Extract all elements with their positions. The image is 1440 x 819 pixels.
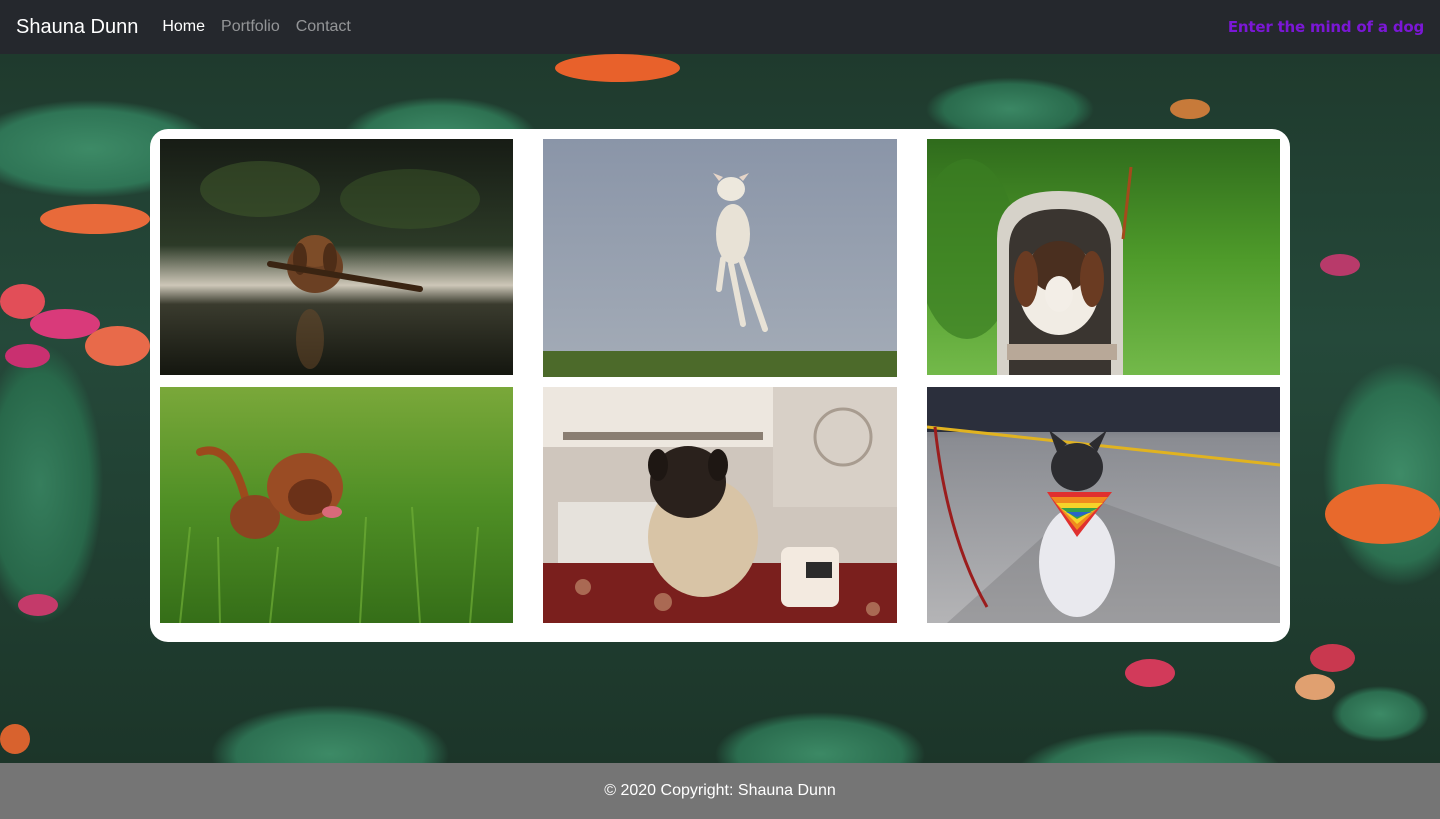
flower-decoration <box>1295 674 1335 700</box>
brand-link[interactable]: Shauna Dunn <box>16 16 138 39</box>
flower-decoration <box>1310 644 1355 672</box>
flower-decoration <box>5 344 50 368</box>
flower-decoration <box>1170 99 1210 119</box>
dog-in-grass-photo <box>160 387 513 623</box>
nav-links: Home Portfolio Contact <box>162 18 367 36</box>
top-navbar: Shauna Dunn Home Portfolio Contact Enter… <box>0 0 1440 54</box>
tagline-link[interactable]: Enter the mind of a dog <box>1228 18 1424 36</box>
dog-with-rainbow-bandana-photo <box>927 387 1280 623</box>
dog-in-mailbox-photo <box>927 139 1280 375</box>
dog-swimming-photo <box>160 139 513 375</box>
flower-decoration <box>85 326 150 366</box>
gallery-photo-dog-in-grass[interactable] <box>160 387 513 623</box>
gallery-photo-dog-rainbow-bandana[interactable] <box>927 387 1280 623</box>
flower-decoration <box>18 594 58 616</box>
nav-link-contact[interactable]: Contact <box>296 18 351 36</box>
nav-link-home[interactable]: Home <box>162 18 205 36</box>
flower-decoration <box>0 724 30 754</box>
gallery-photo-dog-in-mailbox[interactable] <box>927 139 1280 375</box>
flower-decoration <box>40 204 150 234</box>
photo-gallery-card <box>150 129 1290 642</box>
pug-at-table-photo <box>543 387 897 623</box>
gallery-photo-dog-swimming[interactable] <box>160 139 513 375</box>
copyright-text: © 2020 Copyright: Shauna Dunn <box>604 782 836 799</box>
flower-decoration <box>1125 659 1175 687</box>
gallery-photo-pug-at-table[interactable] <box>543 387 897 623</box>
flower-decoration <box>555 54 680 82</box>
flower-decoration <box>1325 484 1440 544</box>
gallery-photo-dog-jumping[interactable] <box>543 139 897 377</box>
nav-link-portfolio[interactable]: Portfolio <box>221 18 280 36</box>
footer: © 2020 Copyright: Shauna Dunn <box>0 763 1440 819</box>
dog-jumping-photo <box>543 139 897 377</box>
flower-decoration <box>1320 254 1360 276</box>
